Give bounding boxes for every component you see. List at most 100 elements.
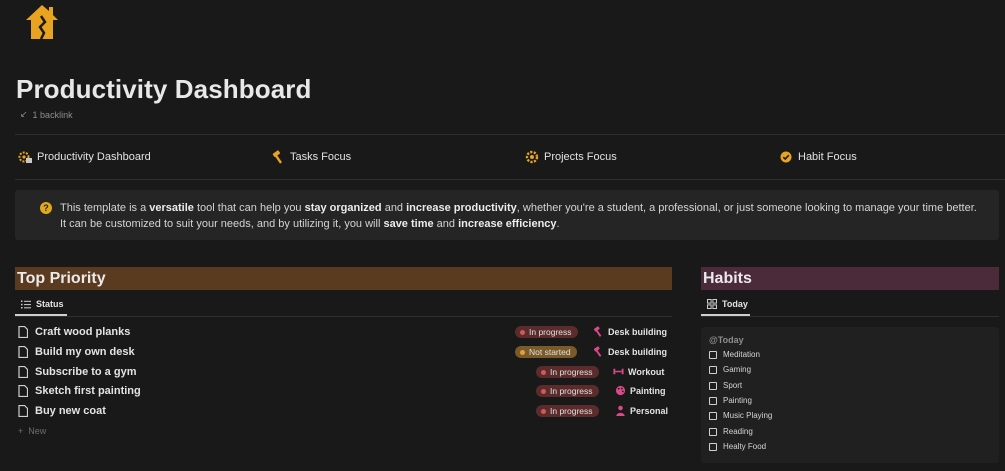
nav-productivity-dashboard[interactable]: Productivity Dashboard [18,150,151,164]
habit-item[interactable]: Painting [709,396,752,405]
project-label: Painting [630,385,666,396]
question-circle-icon: ? [40,202,52,214]
habit-item[interactable]: Gaming [709,365,751,374]
today-view-tab[interactable]: Today [707,299,748,309]
view-tab-label: Status [36,299,64,309]
status-badge: In progress [536,405,599,417]
tp-view-divider [15,316,672,317]
task-name[interactable]: Craft wood planks [35,326,130,338]
backlink-label: 1 backlink [32,109,73,120]
info-callout: ? This template is a versatile tool that… [15,190,999,240]
table-row[interactable]: Sketch first painting In progress Painti… [15,381,672,401]
nav-projects-focus[interactable]: Projects Focus [525,150,617,164]
callout-text: and [381,202,407,214]
habit-label: Painting [723,396,752,405]
checkbox[interactable] [709,442,717,451]
table-row[interactable]: Subscribe to a gym In progress Workout [15,362,672,382]
project-label: Desk building [608,346,668,357]
nav-habit-focus[interactable]: Habit Focus [779,150,857,164]
task-name[interactable]: Sketch first painting [35,385,141,397]
page-icon [18,405,28,417]
hammer-icon [272,150,283,164]
project-label: Workout [628,366,665,377]
habit-item[interactable]: Healty Food [709,442,766,451]
habit-label: Music Playing [723,411,773,420]
checkbox[interactable] [709,381,717,390]
person-icon [616,405,625,416]
checkbox[interactable] [709,350,717,359]
checkbox[interactable] [709,396,717,405]
page-icon [18,366,28,378]
habit-item[interactable]: Sport [709,381,742,390]
project-tag[interactable]: Painting [615,385,666,396]
callout-bold: save time [383,218,434,230]
habit-label: Reading [723,427,753,436]
project-label: Personal [630,405,669,416]
project-tag[interactable]: Desk building [593,326,667,337]
palette-icon [615,385,626,396]
arrow-down-left-icon: ↙ [20,109,28,119]
table-row[interactable]: Craft wood planks In progress Desk build… [15,322,672,342]
page-title: Productivity Dashboard [16,74,312,104]
callout-text: tool that can help you [193,202,305,214]
callout-bold: versatile [149,202,194,214]
project-label: Desk building [608,326,668,337]
habit-item[interactable]: Reading [709,427,753,436]
top-priority-header: Top Priority [15,267,672,290]
nav-tasks-focus[interactable]: Tasks Focus [271,150,351,164]
habit-group-title: @Today [709,335,744,345]
hammer-icon [593,326,602,337]
project-tag[interactable]: Personal [615,405,668,416]
new-label: New [28,426,47,436]
dumbbell-icon [613,368,624,375]
page-icon [18,326,28,338]
checkbox[interactable] [709,365,717,374]
header-divider [15,134,1005,135]
task-name[interactable]: Build my own desk [35,346,135,358]
callout-text: This template is a [60,202,150,214]
backlink[interactable]: ↙ 1 backlink [20,109,73,120]
habit-label: Gaming [723,365,752,374]
status-badge: In progress [515,326,578,338]
grid-icon [707,299,717,309]
habits-board: @Today Meditation Gaming Sport Painting … [701,327,999,463]
callout-bold: increase productivity [406,202,517,214]
table-row[interactable]: Buy new coat In progress Personal [15,401,672,421]
new-row-button[interactable]: + New [18,426,46,436]
habit-item[interactable]: Music Playing [709,411,772,420]
nav-label: Habit Focus [798,151,857,163]
page-icon [18,385,28,397]
project-tag[interactable]: Workout [613,366,664,377]
status-badge: In progress [536,366,599,378]
habits-header: Habits [701,267,999,290]
table-row[interactable]: Build my own desk Not started Desk build… [15,342,672,362]
house-icon [26,5,58,40]
page-icon [18,346,28,358]
list-icon [21,300,31,308]
habit-item[interactable]: Meditation [709,350,760,359]
callout-bold: stay organized [304,202,382,214]
project-tag[interactable]: Desk building [593,346,667,357]
nav-label: Productivity Dashboard [37,151,151,163]
dashboard-gear-icon [18,151,32,163]
gear-icon [525,150,539,164]
check-circle-icon [780,151,792,163]
plus-icon: + [18,426,24,436]
callout-text: and [433,218,459,230]
callout-bold: increase efficiency [458,218,557,230]
status-view-tab[interactable]: Status [21,299,64,309]
nav-label: Projects Focus [544,151,617,163]
task-name[interactable]: Subscribe to a gym [35,366,136,378]
checkbox[interactable] [709,411,717,420]
callout-text: . [556,218,560,230]
habit-label: Sport [723,381,743,390]
nav-label: Tasks Focus [290,151,352,163]
nav-divider [15,179,1005,180]
view-tab-label: Today [722,299,748,309]
checkbox[interactable] [709,427,717,436]
status-badge: In progress [536,385,599,397]
task-name[interactable]: Buy new coat [35,405,106,417]
habits-view-divider [701,316,999,317]
habit-label: Healty Food [723,442,767,451]
habit-label: Meditation [723,350,760,359]
